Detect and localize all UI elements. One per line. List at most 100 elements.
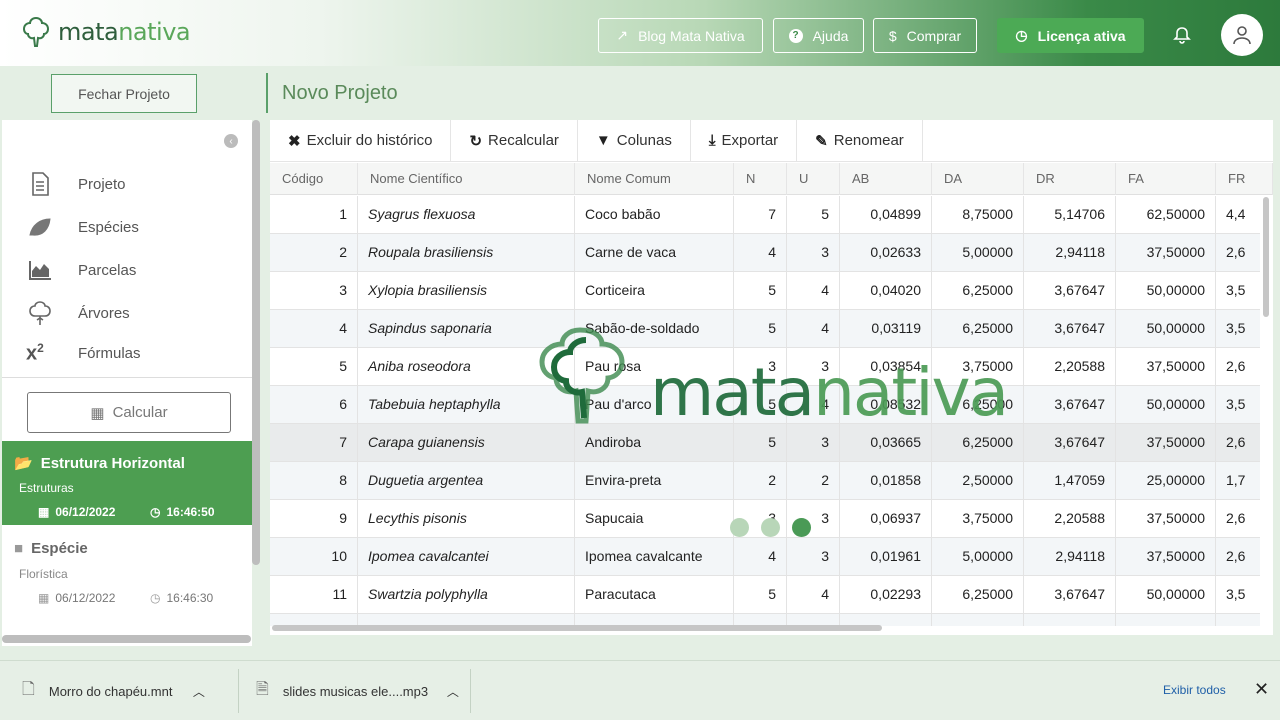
table-cell: 5,14706 — [1024, 196, 1116, 233]
column-header[interactable]: DA — [932, 163, 1024, 195]
table-cell: 5 — [787, 196, 840, 233]
table-cell: 50,00000 — [1116, 386, 1216, 423]
logo-text: matanativa — [58, 18, 191, 46]
results-panel: ✖ Excluir do histórico ↻ Recalcular ▼ Co… — [270, 120, 1273, 635]
table-cell: 2,6 — [1216, 424, 1260, 461]
table-cell: 9 — [270, 500, 358, 537]
table-cell: 0,02633 — [840, 234, 932, 271]
column-header[interactable]: Nome Científico — [358, 163, 575, 195]
sidebar-vertical-scrollbar[interactable] — [252, 120, 260, 565]
table-cell: 1,7 — [1216, 462, 1260, 499]
columns-button[interactable]: ▼ Colunas — [578, 120, 691, 161]
table-row[interactable]: 5 Aniba roseodora Pau rosa 3 3 0,03854 3,75000… — [270, 348, 1260, 386]
table-cell: 5 — [734, 424, 787, 461]
table-cell: 0,01961 — [840, 538, 932, 575]
sidebar-item-projeto[interactable]: Projeto — [26, 170, 126, 198]
show-all-downloads-link[interactable]: Exibir todos — [1163, 683, 1226, 697]
table-row[interactable]: 11 Swartzia polyphylla Paracutaca 5 4 0,02293… — [270, 576, 1260, 614]
license-button[interactable]: ◷ Licença ativa — [997, 18, 1144, 53]
question-icon: ? — [788, 28, 803, 43]
table-header: Código Nome Científico Nome Comum N U AB… — [270, 163, 1273, 195]
table-cell: 2 — [734, 462, 787, 499]
file-icon: 🗋 — [22, 680, 35, 698]
table-vertical-scrollbar[interactable] — [1261, 195, 1271, 625]
sidebar-item-label: Parcelas — [78, 261, 137, 279]
bell-icon[interactable] — [1172, 25, 1192, 45]
table-row[interactable]: 3 Xylopia brasiliensis Corticeira 5 4 0,04020… — [270, 272, 1260, 310]
leaf-icon — [29, 218, 51, 236]
column-header[interactable]: FA — [1116, 163, 1216, 195]
column-header[interactable]: FR — [1216, 163, 1273, 195]
table-cell: 6,25000 — [932, 576, 1024, 613]
table-cell: 3,5 — [1216, 272, 1260, 309]
sidebar-horizontal-scrollbar[interactable] — [2, 635, 251, 643]
history-date: ▦ 06/12/2022 — [38, 591, 115, 605]
table-row[interactable]: 1 Syagrus flexuosa Coco babão 7 5 0,04899 8,75… — [270, 196, 1260, 234]
scroll-thumb[interactable] — [1263, 197, 1269, 317]
table-cell: 62,50000 — [1116, 196, 1216, 233]
table-cell: 2 — [270, 234, 358, 271]
table-row[interactable]: 8 Duguetia argentea Envira-preta 2 2 0,01858 2… — [270, 462, 1260, 500]
table-cell: 3 — [270, 272, 358, 309]
folder-icon: ■ — [14, 540, 24, 557]
logo-text-part2: nativa — [118, 18, 191, 46]
tree-icon — [29, 301, 51, 325]
table-cell: 2,6 — [1216, 538, 1260, 575]
buy-button[interactable]: $ Comprar — [873, 18, 977, 53]
sidebar-item-formulas[interactable]: x2 Fórmulas — [26, 341, 141, 366]
chevron-up-icon[interactable]: ︿ — [447, 683, 459, 700]
download-item[interactable]: 🗎 slides musicas ele....mp3 ︿ — [256, 661, 459, 720]
calculate-button[interactable]: ▦ Calcular — [27, 392, 231, 433]
history-date-text: 06/12/2022 — [55, 591, 116, 605]
sidebar-item-parcelas[interactable]: Parcelas — [26, 256, 136, 284]
table-cell: Paracutaca — [575, 576, 734, 613]
table-row[interactable]: 10 Ipomea cavalcantei Ipomea cavalcante 4 3 0… — [270, 538, 1260, 576]
collapse-sidebar-icon[interactable]: ‹ — [224, 134, 238, 148]
column-header[interactable]: Código — [270, 163, 358, 195]
blog-button[interactable]: ↗ Blog Mata Nativa — [598, 18, 763, 53]
delete-history-button[interactable]: ✖ Excluir do histórico — [270, 120, 452, 161]
table-row[interactable]: 6 Tabebuia heptaphylla Pau d'arco 5 4 0,08532… — [270, 386, 1260, 424]
close-icon[interactable]: ✕ — [1254, 679, 1269, 700]
table-cell: 50,00000 — [1116, 576, 1216, 613]
table-cell: 2,20588 — [1024, 500, 1116, 537]
table-cell: 4 — [734, 538, 787, 575]
history-item-active[interactable]: 📂 Estrutura Horizontal Estruturas ▦ 06/1… — [2, 441, 252, 525]
tree-logo-icon — [22, 16, 50, 47]
download-item[interactable]: 🗋 Morro do chapéu.mnt ︿ — [22, 661, 205, 720]
table-cell: 10 — [270, 538, 358, 575]
table-horizontal-scrollbar[interactable] — [270, 623, 1260, 633]
clock-icon: ◷ — [1015, 27, 1028, 43]
recalculate-button[interactable]: ↻ Recalcular — [451, 120, 578, 161]
sidebar-item-especies[interactable]: Espécies — [26, 213, 139, 241]
chevron-up-icon[interactable]: ︿ — [193, 683, 205, 700]
app-logo[interactable]: matanativa — [18, 14, 191, 50]
table-cell: 3,75000 — [932, 500, 1024, 537]
user-avatar[interactable] — [1221, 14, 1263, 56]
external-link-icon: ↗ — [616, 27, 629, 43]
column-header[interactable]: U — [787, 163, 840, 195]
table-row[interactable]: 7 Carapa guianensis Andiroba 5 3 0,03665 6,250… — [270, 424, 1260, 462]
column-header[interactable]: AB — [840, 163, 932, 195]
table-cell: 4 — [787, 310, 840, 347]
table-row[interactable]: 4 Sapindus saponaria Sabão-de-soldado 5 4 0,0… — [270, 310, 1260, 348]
history-item[interactable]: ■ Espécie Florística ▦ 06/12/2022 ◷ 16:4… — [2, 527, 252, 623]
table-cell: 2,94118 — [1024, 538, 1116, 575]
help-button[interactable]: ? Ajuda — [773, 18, 864, 53]
table-row[interactable]: 2 Roupala brasiliensis Carne de vaca 4 3 0,02… — [270, 234, 1260, 272]
help-button-label: Ajuda — [812, 27, 849, 44]
column-header[interactable]: DR — [1024, 163, 1116, 195]
history-title-text: Estrutura Horizontal — [40, 454, 185, 472]
export-button[interactable]: ⤓ Exportar — [691, 120, 798, 161]
table-cell: 37,50000 — [1116, 500, 1216, 537]
loading-dot — [792, 518, 811, 537]
close-project-button[interactable]: Fechar Projeto — [51, 74, 197, 113]
column-header[interactable]: N — [734, 163, 787, 195]
sidebar-item-arvores[interactable]: Árvores — [26, 299, 130, 327]
download-file-name: Morro do chapéu.mnt — [48, 683, 173, 699]
scroll-thumb[interactable] — [272, 625, 882, 631]
column-header[interactable]: Nome Comum — [575, 163, 734, 195]
rename-button[interactable]: ✎ Renomear — [797, 120, 923, 161]
table-cell: 3,67647 — [1024, 424, 1116, 461]
table-cell: 0,06937 — [840, 500, 932, 537]
